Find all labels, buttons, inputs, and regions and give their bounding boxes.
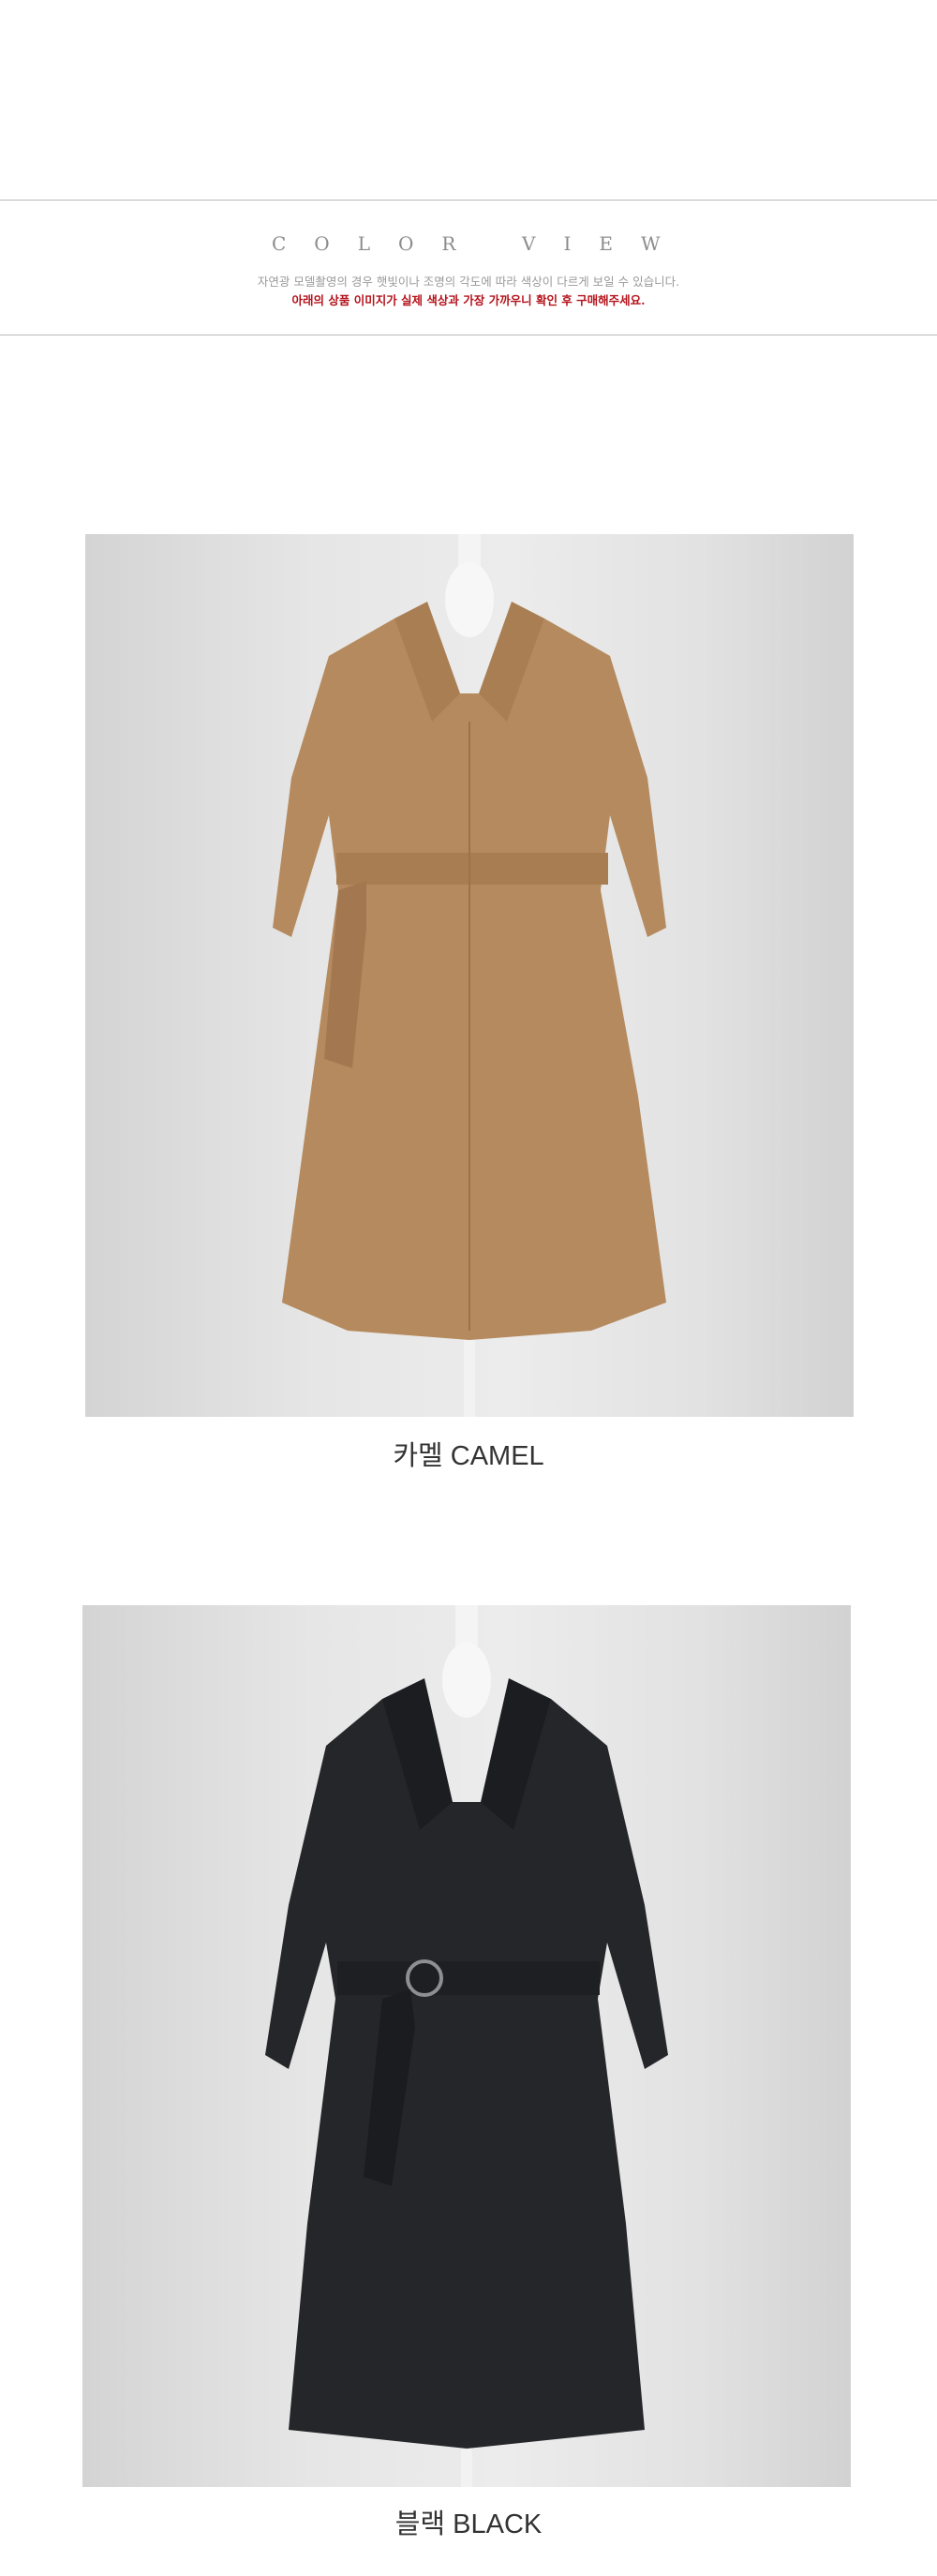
header-top-rule [0,200,937,201]
mannequin-hook [455,1605,478,1647]
mannequin-neck [445,562,494,637]
camel-dress-image [273,534,666,1417]
black-color-label: 블랙 BLACK [394,2509,543,2539]
camel-dress-photo [85,534,854,1417]
black-dress-image [265,1605,668,2487]
black-dress-photo [82,1605,851,2487]
black-dress-shape [265,1699,668,2449]
color-accuracy-notice: 아래의 상품 이미지가 실제 색상과 가장 가까우니 확인 후 구매해주세요. [291,293,646,307]
lighting-notice: 자연광 모델촬영의 경우 햇빛이나 조명의 각도에 따라 색상이 다르게 보일 … [257,275,680,289]
color-view-title-word-2: VIEW [522,232,689,255]
camel-belt [336,853,608,885]
color-view-title-word-1: COLOR [272,232,484,255]
black-belt [337,1961,600,1995]
camel-color-label: 카멜 CAMEL [393,1441,544,1471]
mannequin-neck [442,1643,491,1718]
mannequin-stand [464,1340,475,1417]
